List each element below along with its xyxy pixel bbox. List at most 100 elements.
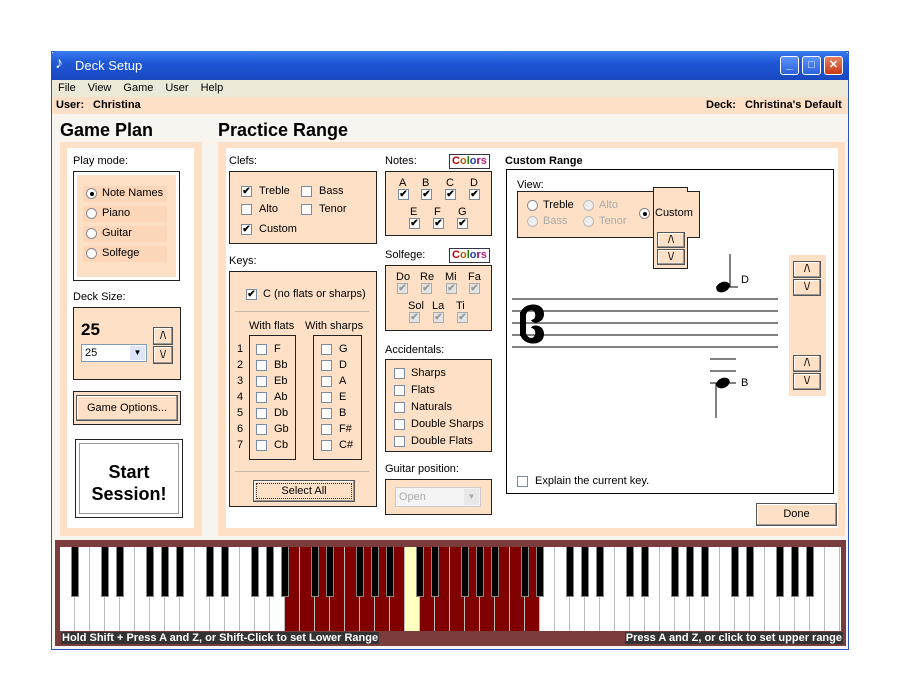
clef-bass-checkbox[interactable] [301,186,312,197]
flat-key-checkbox[interactable] [256,376,267,387]
lower-range-down-button[interactable]: \/ [793,373,821,390]
flat-key-checkbox[interactable] [256,360,267,371]
solfege-mi-checkbox[interactable]: ✔ [446,283,457,294]
note-g-checkbox[interactable]: ✔ [457,218,468,229]
black-key[interactable] [566,547,574,597]
menu-user[interactable]: User [165,82,188,94]
upper-range-up-button[interactable]: /\ [793,261,821,278]
black-key[interactable] [326,547,334,597]
black-key[interactable] [806,547,814,597]
menu-view[interactable]: View [88,82,112,94]
play-mode-piano[interactable]: Piano [83,206,167,222]
solfege-ti-checkbox[interactable]: ✔ [457,312,468,323]
play-mode-note-names[interactable]: Note Names [83,186,167,202]
flat-key-checkbox[interactable] [256,344,267,355]
black-key[interactable] [536,547,544,597]
white-key[interactable] [825,547,840,631]
flat-key-checkbox[interactable] [256,424,267,435]
upper-range-down-button[interactable]: \/ [793,279,821,296]
view-bass-radio[interactable] [527,216,538,227]
select-all-button[interactable]: Select All [253,480,355,502]
clef-custom-checkbox[interactable]: ✔ [241,224,252,235]
accidental-checkbox[interactable] [394,436,405,447]
black-key[interactable] [386,547,394,597]
black-key[interactable] [101,547,109,597]
view-treble-radio[interactable] [527,200,538,211]
accidental-checkbox[interactable] [394,385,405,396]
notes-colors-button[interactable]: Colors [449,154,490,169]
close-button[interactable]: ✕ [824,56,843,75]
black-key[interactable] [311,547,319,597]
deck-size-select[interactable]: 25 ▼ [81,344,147,362]
play-mode-guitar[interactable]: Guitar [83,226,167,242]
game-options-button[interactable]: Game Options... [76,395,178,421]
black-key[interactable] [596,547,604,597]
black-key[interactable] [356,547,364,597]
solfege-re-checkbox[interactable]: ✔ [421,283,432,294]
black-key[interactable] [476,547,484,597]
black-key[interactable] [491,547,499,597]
accidental-checkbox[interactable] [394,419,405,430]
solfege-sol-checkbox[interactable]: ✔ [409,312,420,323]
sharp-key-checkbox[interactable] [321,360,332,371]
clef-treble-checkbox[interactable]: ✔ [241,186,252,197]
black-key[interactable] [641,547,649,597]
black-key[interactable] [431,547,439,597]
note-c-checkbox[interactable]: ✔ [445,189,456,200]
lower-range-up-button[interactable]: /\ [793,355,821,372]
black-key[interactable] [671,547,679,597]
start-session-button[interactable]: Start Session! [75,439,183,518]
black-key[interactable] [701,547,709,597]
play-mode-solfege[interactable]: Solfege [83,246,167,262]
sharp-key-checkbox[interactable] [321,408,332,419]
clef-alto-checkbox[interactable] [241,204,252,215]
radio[interactable] [86,188,97,199]
black-key[interactable] [206,547,214,597]
black-key[interactable] [116,547,124,597]
black-key[interactable] [776,547,784,597]
explain-key-checkbox[interactable] [517,476,528,487]
sharp-key-checkbox[interactable] [321,376,332,387]
black-key[interactable] [176,547,184,597]
radio[interactable] [86,208,97,219]
black-key[interactable] [281,547,289,597]
view-tenor-radio[interactable] [583,216,594,227]
flat-key-checkbox[interactable] [256,392,267,403]
radio[interactable] [86,228,97,239]
view-alto-radio[interactable] [583,200,594,211]
note-b-checkbox[interactable]: ✔ [421,189,432,200]
black-key[interactable] [161,547,169,597]
note-e-checkbox[interactable]: ✔ [409,218,420,229]
menu-file[interactable]: File [58,82,76,94]
c-key-checkbox[interactable]: ✔ [246,289,257,300]
view-custom-radio[interactable] [639,208,650,219]
solfege-fa-checkbox[interactable]: ✔ [469,283,480,294]
piano-keyboard[interactable] [60,547,841,631]
maximize-button[interactable]: □ [802,56,821,75]
sharp-key-checkbox[interactable] [321,392,332,403]
solfege-do-checkbox[interactable]: ✔ [397,283,408,294]
sharp-key-checkbox[interactable] [321,440,332,451]
black-key[interactable] [71,547,79,597]
black-key[interactable] [581,547,589,597]
accidental-checkbox[interactable] [394,402,405,413]
guitar-position-select[interactable]: Open ▼ [395,487,481,507]
deck-size-up-button[interactable]: /\ [153,327,173,345]
note-d-checkbox[interactable]: ✔ [469,189,480,200]
accidental-checkbox[interactable] [394,368,405,379]
sharp-key-checkbox[interactable] [321,424,332,435]
clef-tenor-checkbox[interactable] [301,204,312,215]
black-key[interactable] [266,547,274,597]
lower-note-head[interactable] [715,376,732,391]
deck-size-down-button[interactable]: \/ [153,346,173,364]
black-key[interactable] [521,547,529,597]
black-key[interactable] [416,547,424,597]
black-key[interactable] [371,547,379,597]
black-key[interactable] [461,547,469,597]
upper-note-head[interactable] [715,280,732,295]
black-key[interactable] [146,547,154,597]
note-f-checkbox[interactable]: ✔ [433,218,444,229]
flat-key-checkbox[interactable] [256,440,267,451]
solfege-colors-button[interactable]: Colors [449,248,490,263]
solfege-la-checkbox[interactable]: ✔ [433,312,444,323]
